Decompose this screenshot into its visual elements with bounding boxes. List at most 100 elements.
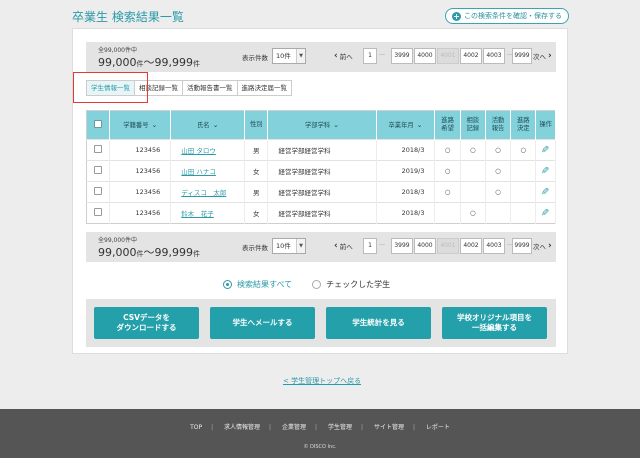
- range-from: 99,000: [98, 246, 137, 259]
- footer-separator: |: [315, 424, 318, 431]
- edit-pencil-icon[interactable]: ✎: [541, 145, 549, 156]
- page-button[interactable]: 4003: [483, 238, 505, 254]
- back-to-student-top-link[interactable]: < 学生管理トップへ戻る: [283, 376, 361, 386]
- decided-cell: [510, 160, 537, 182]
- name-cell: 山田 ハナコ: [170, 160, 246, 182]
- page-button[interactable]: 4000: [414, 48, 436, 64]
- department-cell: 経営学部経営学科: [267, 139, 377, 161]
- student-name-link[interactable]: 山田 タロウ: [181, 147, 216, 155]
- page-ellipsis: …: [379, 240, 385, 247]
- edit-pencil-icon[interactable]: ✎: [541, 208, 549, 219]
- row-select-cell: [86, 181, 111, 203]
- bulk-edit-button[interactable]: 学校オリジナル項目を 一括編集する: [442, 307, 547, 339]
- footer-link-top[interactable]: TOP: [186, 424, 206, 431]
- radio-checked-students[interactable]: チェックした学生: [312, 279, 390, 290]
- tab-activity-reports[interactable]: 活動報告書一覧: [183, 80, 238, 96]
- page-button[interactable]: 4002: [460, 48, 482, 64]
- student-id-cell: 123456: [109, 160, 172, 182]
- page-button[interactable]: 9999: [512, 48, 532, 64]
- next-page-link[interactable]: 次へ ›: [533, 51, 552, 61]
- row-checkbox[interactable]: [94, 166, 103, 174]
- pager-bottom: 全99,000件中 99,000件～99,999件 表示件数 10件 ▼ ‹ 前へ …: [86, 232, 556, 262]
- page-button[interactable]: 3999: [391, 48, 413, 64]
- page-button[interactable]: 4002: [460, 238, 482, 254]
- column-header-student-id[interactable]: 学籍番号 ⌄: [109, 110, 172, 140]
- student-stats-button[interactable]: 学生統計を見る: [326, 307, 431, 339]
- column-header-path-hope: 進路 希望: [434, 110, 461, 140]
- student-id-cell: 123456: [109, 139, 172, 161]
- page-button[interactable]: 1: [363, 48, 377, 64]
- path-hope-cell: ○: [434, 181, 461, 203]
- per-page-value: 10件: [276, 52, 291, 60]
- table-row: 123456 山田 ハナコ 女 経営学部経営学科 2019/3 ○ ○ ✎: [86, 160, 556, 182]
- range-separator: ～: [143, 56, 155, 69]
- gender-cell: 男: [244, 139, 269, 161]
- page-button[interactable]: 1: [363, 238, 377, 254]
- consult-cell: [460, 160, 486, 182]
- footer-separator: |: [360, 424, 364, 431]
- path-hope-cell: [434, 202, 461, 224]
- student-name-link[interactable]: 鈴木 花子: [181, 210, 214, 218]
- page-button[interactable]: 9999: [512, 238, 532, 254]
- footer-link-companies[interactable]: 企業管理: [278, 424, 310, 431]
- save-search-conditions-button[interactable]: + この検索条件を確認・保存する: [445, 8, 569, 24]
- table-row: 123456 ディスコ 太郎 男 経営学部経営学科 2018/3 ○ ○ ✎: [86, 181, 556, 203]
- select-all-checkbox[interactable]: [94, 119, 103, 128]
- footer-link-jobs[interactable]: 求人情報管理: [220, 424, 264, 431]
- row-checkbox[interactable]: [94, 208, 103, 216]
- row-checkbox[interactable]: [94, 187, 103, 195]
- activity-cell: [485, 202, 512, 224]
- row-select-cell: [86, 139, 111, 161]
- footer-link-students[interactable]: 学生管理: [324, 424, 356, 431]
- footer-link-site[interactable]: サイト管理: [370, 424, 408, 431]
- gender-cell: 男: [244, 181, 269, 203]
- pager-top: 全99,000件中 99,000件～99,999件 表示件数 10件 ▼ ‹ 前へ …: [86, 42, 556, 72]
- student-name-link[interactable]: 山田 ハナコ: [181, 168, 216, 176]
- footer-nav: TOP | 求人情報管理 | 企業管理 | 学生管理 | サイト管理 | レポート: [0, 422, 640, 431]
- prev-page-link[interactable]: ‹ 前へ: [334, 241, 353, 251]
- page-button[interactable]: 4000: [414, 238, 436, 254]
- plus-icon: +: [452, 11, 461, 21]
- range-to: 99,999: [154, 246, 194, 259]
- student-name-link[interactable]: ディスコ 太郎: [181, 189, 226, 197]
- next-page-link[interactable]: 次へ ›: [533, 241, 552, 251]
- page-button[interactable]: 3999: [391, 238, 413, 254]
- edit-pencil-icon[interactable]: ✎: [541, 187, 549, 198]
- gender-cell: 女: [244, 160, 269, 182]
- page-button-current: 4001: [437, 48, 459, 64]
- column-header-consult: 相談 記録: [460, 110, 486, 140]
- per-page-label: 表示件数: [242, 244, 268, 252]
- column-header-department[interactable]: 学部学科 ⌄: [267, 110, 377, 140]
- chevron-left-icon: ‹: [334, 241, 338, 251]
- page-button[interactable]: 4003: [483, 48, 505, 64]
- tab-career-decisions[interactable]: 進路決定届一覧: [237, 80, 292, 96]
- name-cell: 鈴木 花子: [170, 202, 246, 224]
- radio-all-results[interactable]: 検索結果すべて: [223, 279, 292, 290]
- actions-cell: ✎: [535, 181, 556, 203]
- select-all-cell: [86, 110, 111, 140]
- activity-cell: ○: [485, 181, 512, 203]
- graduation-cell: 2019/3: [376, 160, 436, 182]
- target-scope-radios: 検索結果すべて チェックした学生: [223, 279, 390, 290]
- table-row: 123456 鈴木 花子 女 経営学部経営学科 2018/3 ○ ✎: [86, 202, 556, 224]
- per-page-select[interactable]: 10件 ▼: [272, 48, 306, 64]
- chevron-down-icon: ▼: [296, 239, 305, 253]
- per-page-select[interactable]: 10件 ▼: [272, 238, 306, 254]
- department-cell: 経営学部経営学科: [267, 160, 377, 182]
- prev-page-link[interactable]: ‹ 前へ: [334, 51, 353, 61]
- csv-download-button[interactable]: CSVデータを ダウンロードする: [94, 307, 199, 339]
- prev-label: 前へ: [339, 53, 353, 61]
- radio-checked-label: チェックした学生: [326, 280, 391, 289]
- department-cell: 経営学部経営学科: [267, 202, 377, 224]
- footer-separator: |: [211, 424, 214, 431]
- table-header-row: 学籍番号 ⌄ 氏名 ⌄ 性別 学部学科 ⌄ 卒業年月 ⌄ 進路 希望 相談 記録 活動 報告 …: [86, 110, 556, 140]
- column-header-name[interactable]: 氏名 ⌄: [170, 110, 246, 140]
- edit-pencil-icon[interactable]: ✎: [541, 166, 549, 177]
- prev-label: 前へ: [339, 243, 353, 251]
- footer-link-reports[interactable]: レポート: [422, 424, 454, 431]
- row-checkbox[interactable]: [94, 145, 103, 153]
- column-header-graduation[interactable]: 卒業年月 ⌄: [376, 110, 436, 140]
- consult-cell: ○: [460, 139, 486, 161]
- range-display: 99,000件～99,999件: [98, 54, 200, 70]
- email-students-button[interactable]: 学生へメールする: [210, 307, 315, 339]
